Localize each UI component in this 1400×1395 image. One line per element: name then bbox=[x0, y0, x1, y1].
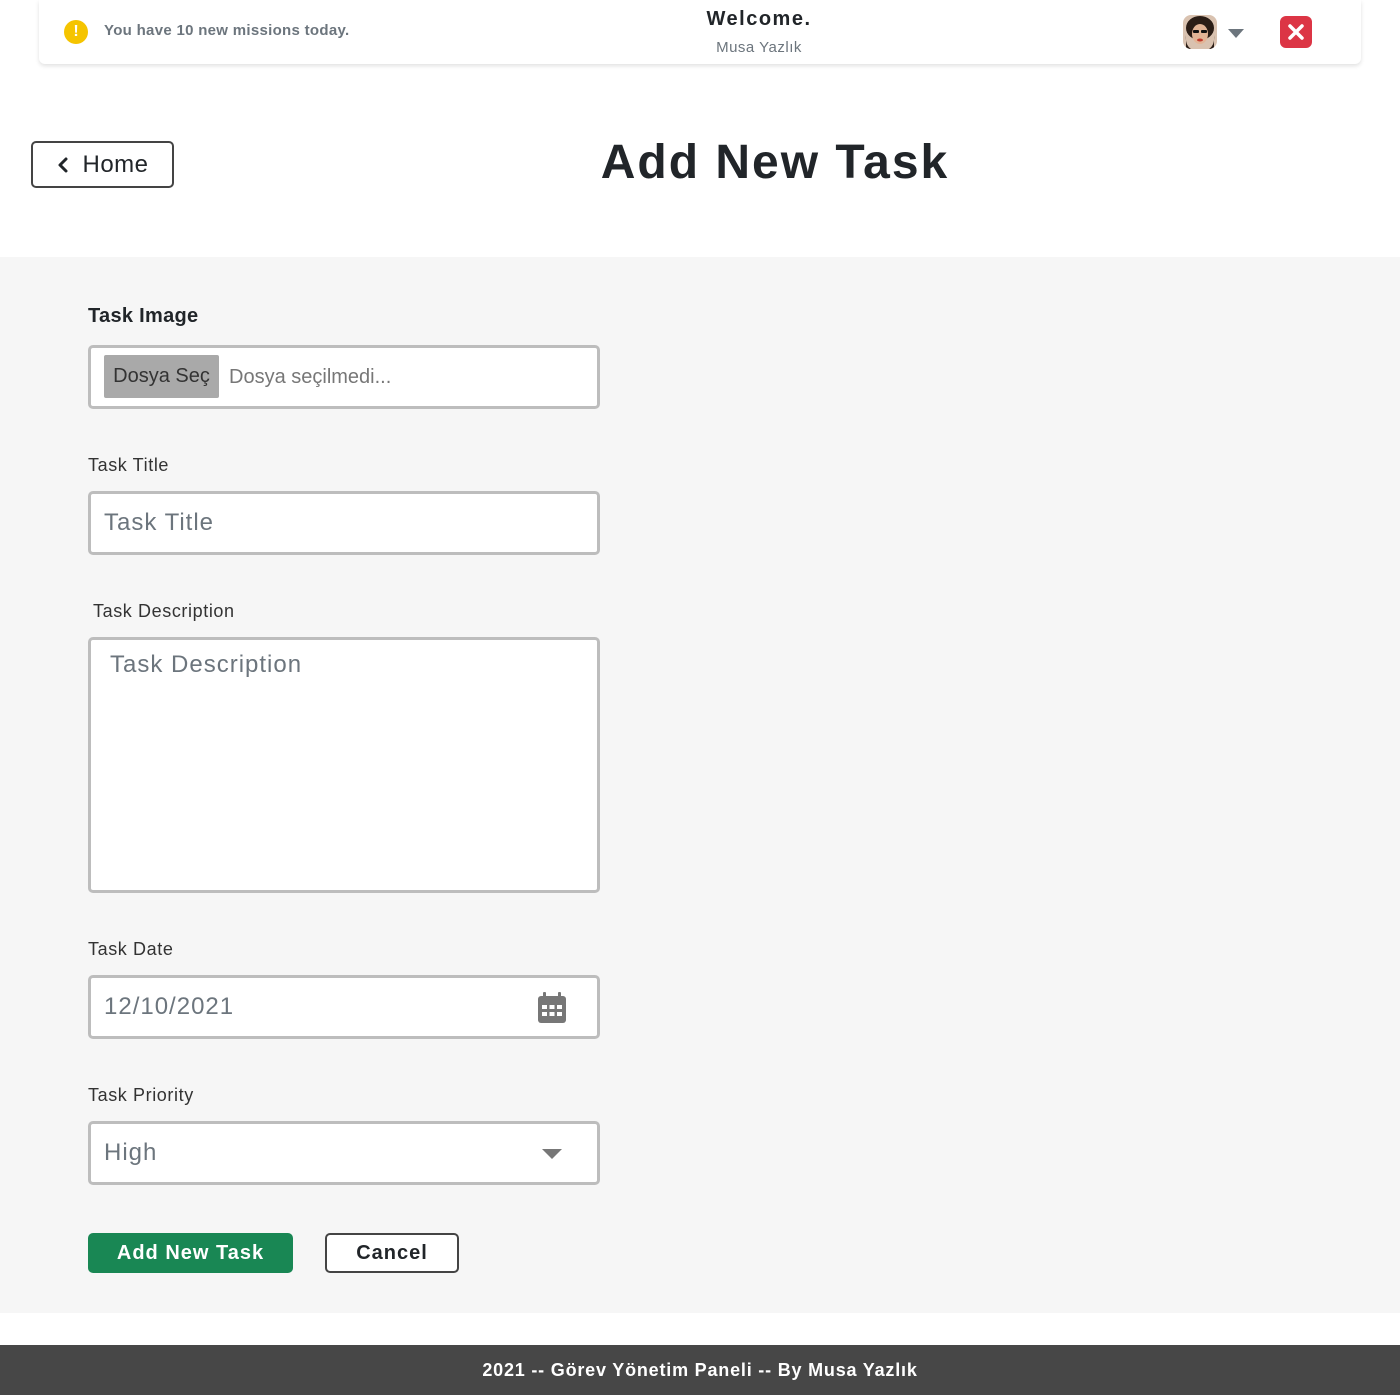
add-task-button[interactable]: Add New Task bbox=[88, 1233, 293, 1273]
task-date-label: Task Date bbox=[88, 939, 174, 959]
task-image-label: Task Image bbox=[88, 305, 199, 327]
task-priority-select[interactable]: High bbox=[88, 1121, 600, 1185]
close-icon bbox=[1288, 24, 1304, 40]
task-description-label: Task Description bbox=[93, 601, 235, 621]
task-description-placeholder: Task Description bbox=[110, 651, 303, 678]
footer: 2021 -- Görev Yönetim Paneli -- By Musa … bbox=[0, 1345, 1400, 1395]
cancel-button[interactable]: Cancel bbox=[325, 1233, 459, 1273]
page-title: Add New Task bbox=[600, 136, 950, 189]
task-date-value: 12/10/2021 bbox=[104, 993, 235, 1020]
task-title-placeholder: Task Title bbox=[104, 509, 215, 536]
welcome-username: Musa Yazlık bbox=[716, 39, 802, 56]
notification-text: You have 10 new missions today. bbox=[104, 22, 350, 39]
task-title-input[interactable]: Task Title bbox=[88, 491, 600, 555]
task-priority-label: Task Priority bbox=[88, 1085, 194, 1105]
file-status-text: Dosya seçilmedi... bbox=[229, 366, 392, 388]
choose-file-button[interactable]: Dosya Seç bbox=[104, 355, 219, 398]
avatar[interactable] bbox=[1183, 15, 1217, 49]
footer-text: 2021 -- Görev Yönetim Paneli -- By Musa … bbox=[482, 1359, 918, 1380]
chevron-down-icon bbox=[542, 1149, 562, 1159]
task-description-textarea[interactable]: Task Description bbox=[88, 637, 600, 893]
close-button[interactable] bbox=[1280, 16, 1312, 48]
task-title-label: Task Title bbox=[88, 455, 170, 475]
welcome-title: Welcome. bbox=[706, 8, 812, 30]
task-image-field[interactable]: Dosya Seç Dosya seçilmedi... bbox=[88, 345, 600, 409]
chevron-down-icon[interactable] bbox=[1228, 29, 1244, 38]
task-date-input[interactable]: 12/10/2021 bbox=[88, 975, 600, 1039]
chevron-left-icon bbox=[58, 157, 68, 172]
home-button[interactable]: Home bbox=[31, 141, 174, 188]
calendar-icon[interactable] bbox=[537, 991, 567, 1024]
home-button-label: Home bbox=[82, 150, 149, 178]
exclamation-icon: ! bbox=[64, 20, 88, 44]
top-bar: ! You have 10 new missions today. Welcom… bbox=[39, 0, 1361, 64]
task-form: Task Image Dosya Seç Dosya seçilmedi... … bbox=[0, 257, 1400, 1313]
task-priority-value: High bbox=[104, 1139, 158, 1166]
